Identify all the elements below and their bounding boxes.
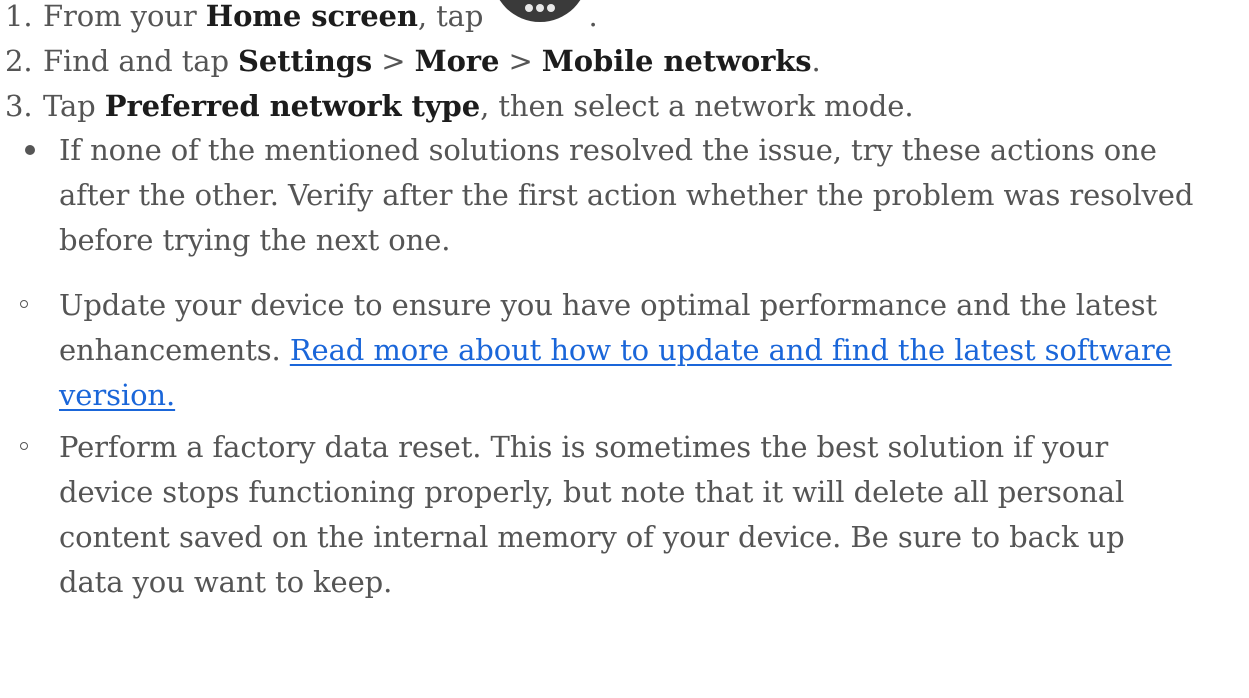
action-update-text: enhancements. <box>59 333 290 367</box>
step-3: 3. Tap Preferred network type, then selec… <box>5 88 914 124</box>
step-text: > <box>372 44 415 78</box>
tip-line: after the other. Verify after the first … <box>59 178 1194 212</box>
action-update-line: enhancements. Read more about how to upd… <box>59 332 1172 368</box>
update-software-link[interactable]: version. <box>59 378 175 412</box>
step-text: Tap <box>43 89 105 123</box>
bullet-icon <box>25 145 35 155</box>
action-reset-line: device stops functioning properly, but n… <box>59 475 1125 509</box>
step-text: , tap <box>417 0 493 33</box>
action-update-line: Update your device to ensure you have op… <box>59 288 1158 322</box>
circle-bullet-icon <box>20 300 28 308</box>
step-text: . <box>811 44 821 78</box>
action-reset-line: data you want to keep. <box>59 565 393 599</box>
circle-bullet-icon <box>20 442 28 450</box>
update-software-link[interactable]: Read more about how to update and find t… <box>290 333 1172 367</box>
step-number: 3. <box>5 89 33 123</box>
action-reset-line: content saved on the internal memory of … <box>59 520 1125 554</box>
step-keyword: Settings <box>238 44 373 78</box>
step-2: 2. Find and tap Settings > More > Mobile … <box>5 43 821 79</box>
step-number: 2. <box>5 44 33 78</box>
step-keyword: Preferred network type <box>104 89 481 123</box>
action-update-line: version. <box>59 377 175 413</box>
step-text: , then select a network mode. <box>480 89 914 123</box>
step-keyword: More <box>414 44 500 78</box>
step-text: . <box>588 0 598 33</box>
tip-line: If none of the mentioned solutions resol… <box>59 133 1157 167</box>
step-keyword: Mobile networks <box>541 44 812 78</box>
step-text: Find and tap <box>43 44 239 78</box>
step-number: 1. <box>5 0 33 33</box>
step-text: > <box>499 44 542 78</box>
step-keyword: Home screen <box>205 0 418 33</box>
tip-line: before trying the next one. <box>59 223 451 257</box>
step-text: From your <box>43 0 206 33</box>
action-reset-line: Perform a factory data reset. This is so… <box>59 430 1109 464</box>
